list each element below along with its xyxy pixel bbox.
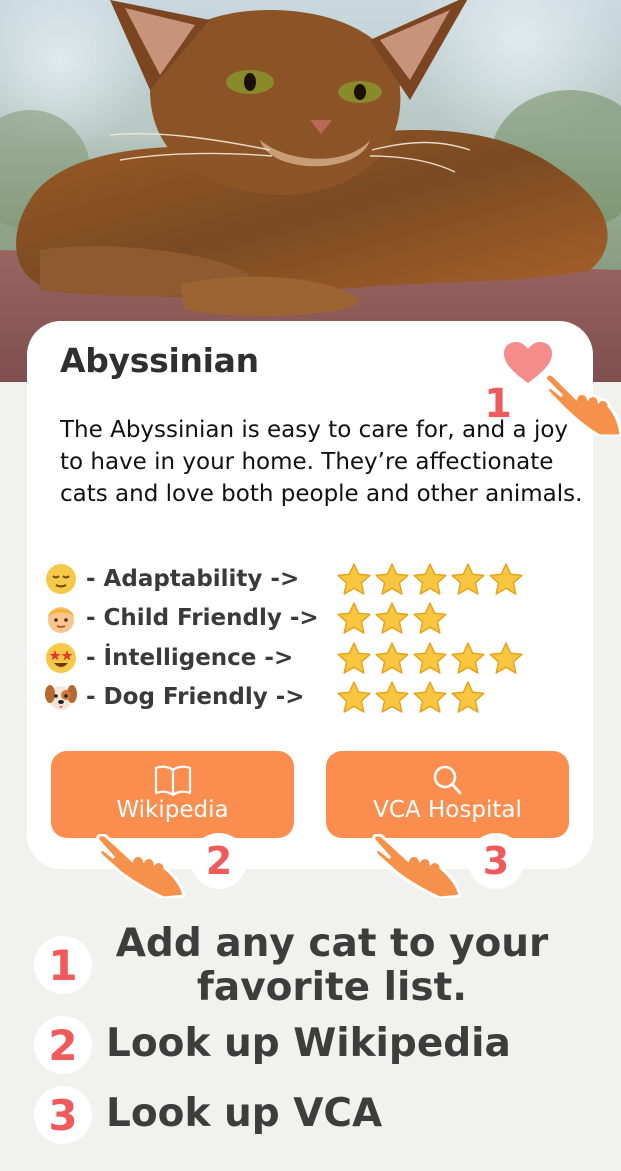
rating-stars <box>336 562 524 596</box>
vca-hospital-button[interactable]: VCA Hospital <box>326 751 569 838</box>
trait-label: - Adaptability -> <box>86 565 300 592</box>
trait-row-child-friendly: - Child Friendly -> <box>44 599 584 639</box>
star-icon <box>413 602 447 634</box>
trait-row-dog-friendly: - Dog Friendly -> <box>44 678 584 718</box>
breed-description: The Abyssinian is easy to care for, and … <box>60 417 583 507</box>
trait-row-intelligence: - İntelligence -> <box>44 638 584 678</box>
star-icon <box>413 642 447 674</box>
trait-row-adaptability: - Adaptability -> <box>44 559 584 599</box>
breed-name: Abyssinian <box>60 341 259 380</box>
trait-label: - Dog Friendly -> <box>86 684 305 711</box>
book-icon <box>154 765 191 797</box>
legend-number: 2 <box>34 1016 92 1074</box>
pointing-hand-icon <box>96 834 186 898</box>
legend-text: Add any cat to your favorite list. <box>112 922 552 1010</box>
star-icon <box>337 563 371 595</box>
legend-number: 3 <box>34 1086 92 1144</box>
star-icon <box>451 563 485 595</box>
wikipedia-button-label: Wikipedia <box>116 797 229 823</box>
search-icon <box>433 765 461 795</box>
star-icon <box>375 681 409 713</box>
star-icon <box>413 681 447 713</box>
legend-line: Add any cat to your <box>115 921 549 966</box>
legend-number: 1 <box>34 936 92 994</box>
star-struck-face-icon <box>46 642 76 673</box>
dog-face-icon <box>45 685 77 711</box>
annotation-number-1: 1 <box>484 381 512 427</box>
star-icon <box>375 642 409 674</box>
pointing-hand-icon <box>372 834 462 898</box>
legend-text: Look up VCA <box>106 1091 383 1136</box>
rating-stars <box>336 641 524 675</box>
star-icon <box>337 602 371 634</box>
wikipedia-button[interactable]: Wikipedia <box>51 751 294 838</box>
trait-list: - Adaptability -> - Child Friendly -> - … <box>44 559 584 717</box>
trait-label: - Child Friendly -> <box>86 605 319 632</box>
star-icon <box>337 681 371 713</box>
trait-label: - İntelligence -> <box>86 644 294 671</box>
annotation-number-3: 3 <box>468 833 524 889</box>
star-icon <box>489 563 523 595</box>
star-icon <box>489 642 523 674</box>
star-icon <box>413 563 447 595</box>
star-icon <box>375 602 409 634</box>
star-icon <box>337 642 371 674</box>
pointing-hand-icon <box>544 372 621 436</box>
rating-stars <box>336 680 486 714</box>
star-icon <box>375 563 409 595</box>
vca-button-label: VCA Hospital <box>373 797 522 823</box>
annotation-number-2: 2 <box>191 833 247 889</box>
child-face-icon <box>48 607 74 634</box>
rating-stars <box>336 601 448 635</box>
relieved-face-icon <box>46 563 76 594</box>
legend-text: Look up Wikipedia <box>106 1021 511 1066</box>
legend-line: favorite list. <box>196 965 468 1010</box>
star-icon <box>451 642 485 674</box>
star-icon <box>451 681 485 713</box>
